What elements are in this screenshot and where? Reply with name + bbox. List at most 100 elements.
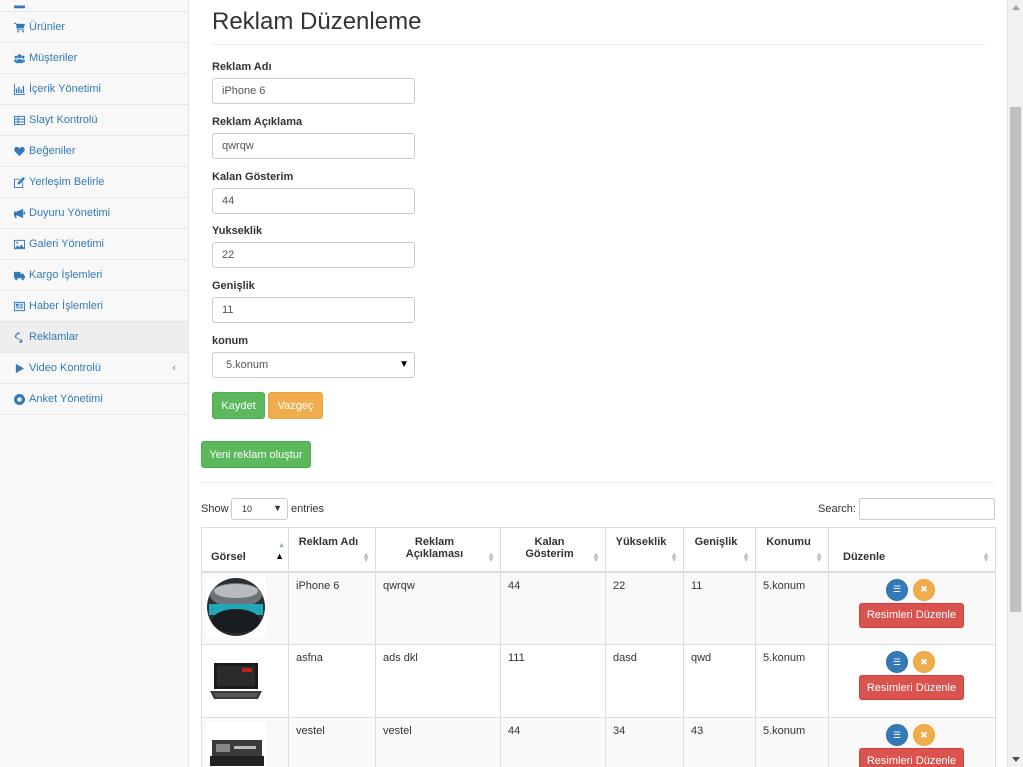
edit-images-button[interactable]: Resimleri Düzenle xyxy=(859,748,964,767)
close-icon[interactable]: ✖ xyxy=(913,578,935,601)
sidebar-item-slayt[interactable]: Slayt Kontrolü xyxy=(0,105,188,136)
sidebar-item-yerlesim[interactable]: Yerleşim Belirle xyxy=(0,167,188,198)
thumbnail-cell xyxy=(201,571,289,645)
sort-indicator-icon: ▲ xyxy=(278,542,285,549)
sidebar-item-label: Yerleşim Belirle xyxy=(29,176,105,188)
position-select[interactable]: 5.konum ▼ xyxy=(212,352,415,378)
main-content: Reklam Düzenleme Reklam Adı iPhone 6 Rek… xyxy=(189,0,1007,767)
edit-images-button[interactable]: Resimleri Düzenle xyxy=(859,675,964,700)
show-label: Show xyxy=(201,503,229,515)
sidebar-item-kargo[interactable]: Kargo İşlemleri xyxy=(0,260,188,291)
description-cell: vestel xyxy=(375,717,501,767)
name-cell: asfna xyxy=(288,644,376,718)
column-header-image[interactable]: Görsel ▲ ▲ xyxy=(201,527,289,572)
sort-both-icon: ▲ ▼ xyxy=(670,549,678,564)
sidebar-item-urunler[interactable]: Ürünler xyxy=(0,12,188,43)
dashboard-icon xyxy=(13,0,25,11)
sidebar-item-label: Anket Yönetimi xyxy=(29,393,103,405)
scrollbar[interactable] xyxy=(1007,0,1023,767)
description-cell: ads dkl xyxy=(375,644,501,718)
sort-both-icon: ▲ ▼ xyxy=(982,549,990,564)
scroll-thumb[interactable] xyxy=(1010,107,1021,612)
sidebar-item-haber[interactable]: Haber İşlemleri xyxy=(0,291,188,322)
search-input[interactable] xyxy=(859,498,995,520)
table-header-row: Görsel ▲ ▲ Reklam Adı ▲ ▼ Reklam Açıklama… xyxy=(201,527,996,572)
description-input-value: qwrqw xyxy=(222,140,254,152)
list-icon[interactable]: ☰ xyxy=(886,724,908,746)
ads-table: Görsel ▲ ▲ Reklam Adı ▲ ▼ Reklam Açıklama… xyxy=(201,527,996,767)
position-cell: 5.konum xyxy=(755,717,829,767)
remaining-cell: 44 xyxy=(500,571,606,645)
description-input[interactable]: qwrqw xyxy=(212,133,415,159)
close-icon[interactable]: ✖ xyxy=(913,651,935,673)
description-label: Reklam Açıklama xyxy=(212,116,303,128)
column-header-position[interactable]: Konumu ▲ ▼ xyxy=(755,527,829,572)
column-header-name[interactable]: Reklam Adı ▲ ▼ xyxy=(288,527,376,572)
close-icon[interactable]: ✖ xyxy=(913,724,935,746)
sidebar-item-label: Slayt Kontrolü xyxy=(29,114,98,126)
name-cell: vestel xyxy=(288,717,376,767)
table-row: asfna ads dkl 111 dasd qwd 5.konum ☰ ✖ R… xyxy=(201,644,996,718)
entries-length-select[interactable]: 10 ▼ xyxy=(231,498,288,520)
height-cell: 22 xyxy=(605,571,684,645)
column-header-description[interactable]: Reklam Açıklaması ▲ ▼ xyxy=(375,527,501,572)
remaining-input-value: 44 xyxy=(222,195,235,207)
truck-icon xyxy=(13,270,25,281)
divider xyxy=(212,44,985,45)
sidebar-item-video[interactable]: Video Kontrolü ‹ xyxy=(0,353,188,384)
picture-icon xyxy=(13,239,25,250)
width-cell: qwd xyxy=(683,644,756,718)
caret-down-icon: ▼ xyxy=(399,359,409,370)
sidebar-item-icerik[interactable]: İçerik Yönetimi xyxy=(0,74,188,105)
sidebar-item-dashboard[interactable] xyxy=(0,0,188,12)
column-header-height[interactable]: Yükseklik ▲ ▼ xyxy=(605,527,684,572)
height-cell: 34 xyxy=(605,717,684,767)
sidebar-item-duyuru[interactable]: Duyuru Yönetimi xyxy=(0,198,188,229)
remaining-input[interactable]: 44 xyxy=(212,188,415,214)
cancel-button[interactable]: Vazgeç xyxy=(268,392,323,419)
page-title: Reklam Düzenleme xyxy=(212,8,422,35)
lifering-icon xyxy=(13,393,25,405)
sidebar-item-label: İçerik Yönetimi xyxy=(29,83,101,95)
list-icon[interactable]: ☰ xyxy=(886,651,908,673)
scroll-up-arrow-icon[interactable] xyxy=(1012,5,1020,10)
cart-icon xyxy=(13,22,25,33)
sidebar-item-label: Kargo İşlemleri xyxy=(29,269,103,281)
sidebar-item-galeri[interactable]: Galeri Yönetimi xyxy=(0,229,188,260)
edit-cell: ☰ ✖ Resimleri Düzenle xyxy=(828,571,996,645)
table-row: vestel vestel 44 34 43 5.konum ☰ ✖ Resim… xyxy=(201,717,996,767)
height-input[interactable]: 22 xyxy=(212,242,415,268)
entries-label: entries xyxy=(291,503,325,515)
description-cell: qwrqw xyxy=(375,571,501,645)
scroll-down-arrow-icon[interactable] xyxy=(1012,757,1020,762)
column-header-edit[interactable]: Düzenle ▲ ▼ xyxy=(828,527,996,572)
sidebar-item-musteriler[interactable]: Müşteriler xyxy=(0,43,188,74)
column-header-remaining[interactable]: Kalan Gösterim ▲ ▼ xyxy=(500,527,606,572)
list-icon[interactable]: ☰ xyxy=(886,578,908,601)
sort-both-icon: ▲ ▼ xyxy=(592,549,600,564)
height-input-value: 22 xyxy=(222,249,235,261)
appliance-image xyxy=(206,722,266,767)
edit-cell: ☰ ✖ Resimleri Düzenle xyxy=(828,717,996,767)
heart-icon xyxy=(13,146,25,157)
height-label: Yukseklik xyxy=(212,225,263,237)
sidebar-item-begeniler[interactable]: Beğeniler xyxy=(0,136,188,167)
thumbnail-cell xyxy=(201,644,289,718)
laptop-image xyxy=(206,649,266,709)
name-label: Reklam Adı xyxy=(212,61,272,73)
remaining-cell: 44 xyxy=(500,717,606,767)
width-input[interactable]: 11 xyxy=(212,297,415,323)
new-ad-button[interactable]: Yeni reklam oluştur xyxy=(201,441,311,468)
sidebar-item-reklamlar[interactable]: Reklamlar xyxy=(0,322,188,353)
position-select-value: 5.konum xyxy=(226,359,269,371)
name-input[interactable]: iPhone 6 xyxy=(212,78,415,104)
edit-images-button[interactable]: Resimleri Düzenle xyxy=(859,602,964,628)
sort-both-icon: ▲ ▼ xyxy=(742,549,750,564)
bullhorn-icon xyxy=(13,208,25,219)
sidebar-item-label: Duyuru Yönetimi xyxy=(29,207,111,219)
column-header-width[interactable]: Genişlik ▲ ▼ xyxy=(683,527,756,572)
chevron-left-icon[interactable]: ‹ xyxy=(172,362,176,374)
sidebar-item-anket[interactable]: Anket Yönetimi xyxy=(0,384,188,415)
play-icon xyxy=(13,363,25,374)
save-button[interactable]: Kaydet xyxy=(212,392,265,419)
